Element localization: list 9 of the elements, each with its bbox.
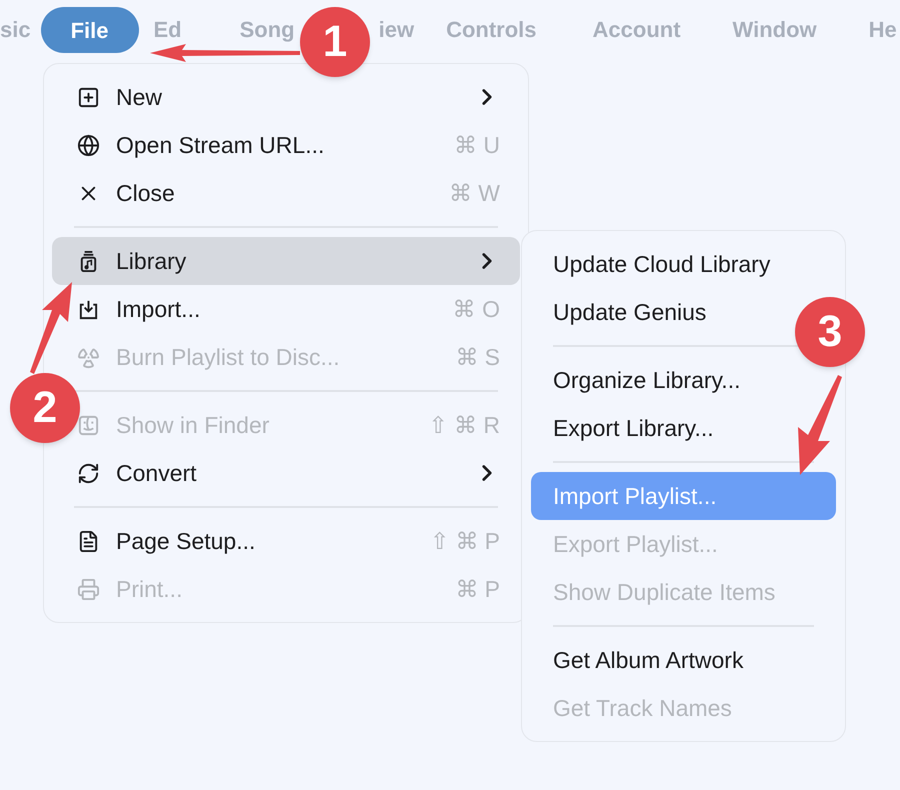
shortcut-text: ⌘ S: [455, 342, 500, 372]
shortcut-text: ⌘ U: [454, 130, 500, 160]
shortcut-text: ⌘ W: [448, 178, 500, 208]
step-badge-tooltip: 1: [300, 7, 370, 77]
step-badge-tooltip: 2: [10, 373, 80, 443]
shortcut-text: ⌘ P: [455, 574, 500, 604]
shortcut-text: ⌘ O: [452, 294, 500, 324]
shortcut-text: ⇧ ⌘ R: [428, 410, 500, 440]
shortcut-text: ⇧ ⌘ P: [430, 526, 500, 556]
